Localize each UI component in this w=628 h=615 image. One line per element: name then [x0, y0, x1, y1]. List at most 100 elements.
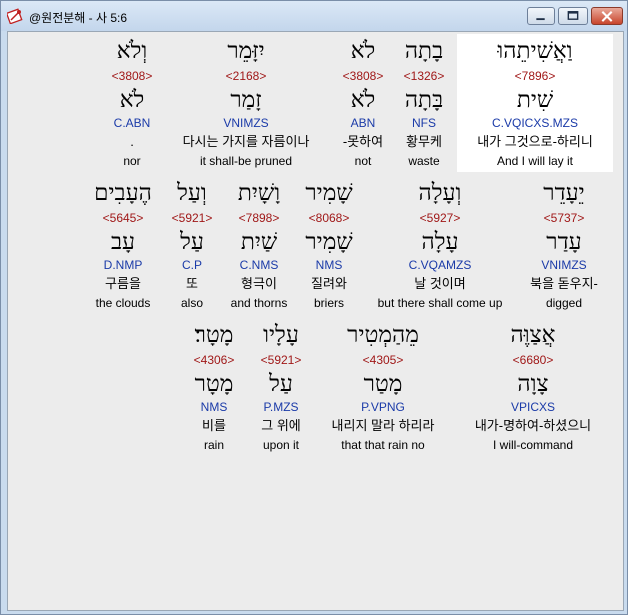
lemma: מָטָר	[194, 371, 234, 397]
lemma: צָוָה	[517, 371, 549, 397]
hebrew-word: בָתָה	[404, 38, 444, 64]
english-gloss: not	[354, 154, 372, 168]
korean-gloss: 다시는 가지를 자름이나	[182, 134, 310, 149]
minimize-button[interactable]	[527, 7, 555, 25]
english-gloss: nor	[123, 154, 141, 168]
hebrew-word: הֶעָבִים	[94, 180, 152, 206]
word-cell[interactable]: עָלָיו <5921> עַל P.MZS 그 위에 upon it	[246, 322, 316, 454]
english-gloss: also	[180, 296, 203, 310]
korean-gloss: 날 것이며	[414, 276, 466, 291]
hebrew-word: יֵעָדֵר	[543, 180, 585, 206]
word-cell[interactable]: מֵהַמְטִיר <4305> מָטַר P.VPNG 내리지 말라 하리…	[316, 322, 450, 454]
strong-number: <4306>	[193, 353, 235, 367]
word-cell[interactable]: אֲצַוֶּה <6680> צָוָה VPICXS 내가-명하여-하셨으니…	[454, 322, 612, 454]
lemma: עָב	[110, 229, 136, 255]
title-bar[interactable]: @원전분해 - 사 5:6	[1, 1, 627, 31]
korean-gloss: 내가-명하여-하셨으니	[474, 418, 592, 433]
lemma: עַל	[180, 229, 204, 255]
word-cell[interactable]: וְעַל <5921> עַל C.P 또 also	[164, 180, 220, 312]
hebrew-word: יִזָּמֵר	[227, 38, 265, 64]
korean-gloss: 구름을	[105, 276, 141, 291]
strong-number: <7898>	[238, 211, 280, 225]
word-cell[interactable]: הֶעָבִים <5645> עָב D.NMP 구름을 the clouds	[86, 180, 160, 312]
word-cell[interactable]: וְעָלָה <5927> עָלָה C.VQAMZS 날 것이며 but …	[366, 180, 514, 312]
strong-number: <5921>	[171, 211, 213, 225]
lemma: לֹא	[350, 87, 376, 113]
morphology: NMS	[315, 258, 343, 272]
english-gloss: that that rain no	[341, 438, 425, 452]
morphology: VPICXS	[510, 400, 555, 414]
word-cell[interactable]: לֹא <3808> לֹא ABN -못하여 not	[328, 38, 398, 170]
strong-number: <7896>	[514, 69, 556, 83]
morphology: D.NMP	[103, 258, 143, 272]
morphology: VNIMZS	[223, 116, 269, 130]
maximize-button[interactable]	[558, 7, 588, 25]
word-cell[interactable]: יִזָּמֵר <2168> זָמַר VNIMZS 다시는 가지를 자름이…	[168, 38, 324, 170]
strong-number: <5737>	[543, 211, 585, 225]
korean-gloss: -못하여	[342, 134, 384, 149]
strong-number: <5645>	[102, 211, 144, 225]
korean-gloss: 내리지 말라 하리라	[331, 418, 435, 433]
hebrew-word: וְעָלָה	[418, 180, 462, 206]
lemma: שִׁית	[516, 87, 554, 113]
korean-gloss: 내가 그것으로-하리니	[477, 134, 593, 149]
word-cell[interactable]: יֵעָדֵר <5737> עָדַר VNIMZS 북을 돋우지- digg…	[516, 180, 612, 312]
hebrew-word: וַאֲשִׁיתֵהוּ	[497, 38, 573, 64]
morphology: ABN	[350, 116, 376, 130]
english-gloss: briers	[313, 296, 344, 310]
lemma: שָׁמִיר	[305, 229, 353, 255]
morphology: C.ABN	[113, 116, 151, 130]
strong-number: <2168>	[225, 69, 267, 83]
app-icon	[7, 8, 23, 24]
strong-number: <5927>	[419, 211, 461, 225]
close-button[interactable]	[591, 7, 623, 25]
morphology: P.MZS	[263, 400, 299, 414]
lemma: זָמַר	[230, 87, 262, 113]
english-gloss: And I will lay it	[496, 154, 574, 168]
word-cell[interactable]: וָשָׁיִת <7898> שַׁיִת C.NMS 형극이 and tho…	[222, 180, 296, 312]
english-gloss: waste	[408, 154, 440, 168]
lemma: שַׁיִת	[240, 229, 278, 255]
morphology: VNIMZS	[541, 258, 587, 272]
minimize-icon	[536, 18, 545, 21]
strong-number: <3808>	[342, 69, 384, 83]
lemma: עָלָה	[421, 229, 459, 255]
word-cell[interactable]: בָתָה <1326> בָּתָה NFS 황무케 waste	[393, 38, 455, 170]
english-gloss: digged	[545, 296, 583, 310]
word-cell[interactable]: וְלֹא <3808> לֹא C.ABN . nor	[90, 38, 174, 170]
strong-number: <3808>	[111, 69, 153, 83]
korean-gloss: 북을 돋우지-	[530, 276, 598, 291]
morphology: C.VQAMZS	[408, 258, 472, 272]
hebrew-word: וְלֹא	[116, 38, 148, 64]
word-cell[interactable]: מָטָר׃ <4306> מָטָר NMS 비를 rain	[186, 322, 242, 454]
morphology: NMS	[200, 400, 228, 414]
hebrew-word: וְעַל	[177, 180, 207, 206]
lemma: עַל	[269, 371, 293, 397]
close-icon	[601, 11, 613, 22]
english-gloss: I will-command	[492, 438, 573, 452]
english-gloss: rain	[203, 438, 224, 452]
korean-gloss: 비를	[202, 418, 226, 433]
english-gloss: it shall-be pruned	[199, 154, 293, 168]
english-gloss: but there shall come up	[377, 296, 503, 310]
app-window: @원전분해 - 사 5:6 וְלֹא <3808> לֹא C.ABN . n…	[0, 0, 628, 615]
english-gloss: and thorns	[230, 296, 288, 310]
korean-gloss: 또	[186, 276, 198, 291]
korean-gloss: .	[130, 134, 134, 149]
morphology: C.NMS	[239, 258, 279, 272]
word-cell[interactable]: שָׁמִיר <8068> שָׁמִיר NMS 질려와 briers	[296, 180, 362, 312]
morphology: P.VPNG	[361, 400, 405, 414]
strong-number: <6680>	[512, 353, 554, 367]
hebrew-word: עָלָיו	[263, 322, 299, 348]
word-cell-selected[interactable]: וַאֲשִׁיתֵהוּ <7896> שִׁית C.VQICXS.MZS …	[459, 38, 611, 170]
analysis-pane: וְלֹא <3808> לֹא C.ABN . nor יִזָּמֵר <2…	[7, 31, 624, 611]
hebrew-word: שָׁמִיר	[305, 180, 353, 206]
strong-number: <8068>	[308, 211, 350, 225]
hebrew-word: אֲצַוֶּה	[510, 322, 556, 348]
korean-gloss: 그 위에	[261, 418, 301, 433]
lemma: בָּתָה	[404, 87, 444, 113]
korean-gloss: 형극이	[241, 276, 277, 291]
maximize-icon	[567, 11, 579, 20]
english-gloss: upon it	[262, 438, 300, 452]
morphology: C.P	[181, 258, 202, 272]
